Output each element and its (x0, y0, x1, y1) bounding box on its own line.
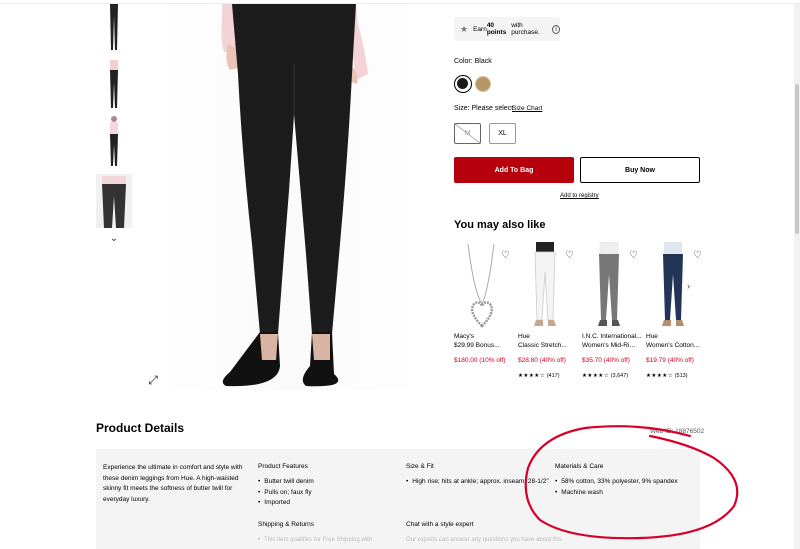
heart-icon[interactable]: ♡ (501, 250, 510, 261)
size-option-m[interactable]: M (454, 123, 481, 144)
points-amount: 40 points (486, 22, 507, 36)
recommendation-brand: Macy's (454, 333, 475, 340)
star-icon: ★ (460, 23, 469, 34)
materials-item: 58% cotton, 33% polyester, 9% spandex (555, 477, 677, 488)
size-option-xl[interactable]: XL (489, 123, 516, 144)
rating-stars: ★★★★☆ (518, 373, 546, 379)
points-suffix: with purchase. (511, 22, 540, 36)
add-to-bag-button[interactable]: Add To Bag (454, 157, 574, 183)
materials-item: Machine wash (555, 488, 678, 499)
recommendation-brand: I.N.C. International... (582, 333, 642, 340)
size-chart-link[interactable]: Size Chart (512, 105, 542, 112)
loyalty-points-banner: ★ Earn 40 points with purchase. i (454, 17, 560, 41)
recommendation-image[interactable]: ♡ (646, 242, 702, 328)
recommendation-card[interactable]: ♡ I.N.C. International... Women's Mid-Ri… (582, 242, 642, 379)
web-id: Web ID: 18876502 (650, 428, 705, 435)
info-icon[interactable]: i (552, 24, 560, 34)
chat-text: Our experts can answer any questions you… (406, 537, 563, 543)
color-label: Color: Black (454, 58, 492, 65)
chevron-down-icon[interactable]: ⌄ (108, 233, 120, 245)
feature-item: Imported (258, 498, 314, 509)
product-features-list: Butter twill denim Pulls on; faux fly Im… (258, 477, 314, 509)
chat-expert-title: Chat with a style expert (406, 521, 474, 528)
points-prefix: Earn (473, 25, 487, 33)
recommendation-image[interactable]: ♡ (582, 242, 638, 328)
recommendation-image[interactable]: ♡ (454, 242, 510, 328)
recommendation-rating: ★★★★☆ (417) (518, 373, 578, 379)
heart-icon[interactable]: ♡ (629, 250, 638, 261)
rating-stars: ★★★★☆ (646, 373, 674, 379)
feature-item: Butter twill denim (258, 477, 314, 488)
size-fit-title: Size & Fit (406, 463, 434, 470)
recommendation-price: $19.79 (40% off) (646, 357, 694, 364)
heart-icon[interactable]: ♡ (693, 250, 702, 261)
product-description: Experience the ultimate in comfort and s… (103, 464, 243, 503)
chevron-right-icon[interactable]: › (687, 281, 690, 291)
recommendation-price: $180.00 (10% off) (454, 357, 506, 364)
shipping-text-value: This item qualifies for Free Shipping wi… (264, 537, 373, 543)
color-swatch-tan[interactable] (475, 76, 491, 92)
recommendation-card[interactable]: ♡ Macy's $29.99 Bonus... $180.00 (10% of… (454, 242, 514, 364)
materials-care-title: Materials & Care (555, 463, 604, 470)
product-thumbnail-4[interactable] (96, 174, 132, 228)
expand-icon[interactable]: ⤢ (147, 374, 159, 386)
recommendation-brand: Hue (518, 333, 530, 340)
buy-now-button[interactable]: Buy Now (580, 157, 700, 183)
rating-count: (417) (546, 373, 560, 379)
recommendation-name: Women's Mid-Ris... (582, 342, 638, 349)
color-swatch-black[interactable] (454, 75, 472, 93)
heart-icon[interactable]: ♡ (565, 250, 574, 261)
product-thumbnail-1[interactable] (96, 4, 132, 58)
recommendation-name: Women's Cotton... (646, 342, 700, 349)
rating-count: (513) (674, 373, 688, 379)
size-label: Size: Please select (454, 105, 514, 112)
product-details-title: Product Details (96, 421, 185, 435)
recommendation-card[interactable]: ♡ Hue Women's Cotton... $19.79 (40% off)… (646, 242, 706, 379)
shipping-text: • This item qualifies for Free Shipping w… (258, 537, 373, 543)
feature-item: Pulls on; faux fly (258, 488, 314, 499)
size-fit-item: High rise; hits at ankle; approx. inseam… (406, 477, 548, 488)
recommendation-name: $29.99 Bonus... (454, 342, 500, 349)
recommendation-price: $35.70 (40% off) (582, 357, 630, 364)
scrollbar-thumb[interactable] (795, 84, 799, 234)
rating-stars: ★★★★☆ (582, 373, 610, 379)
product-features-title: Product Features (258, 463, 308, 470)
recommendation-card[interactable]: ♡ Hue Classic Stretch... $28.80 (40% off… (518, 242, 578, 379)
shipping-returns-title: Shipping & Returns (258, 521, 315, 528)
materials-care-list: 58% cotton, 33% polyester, 9% spandex Ma… (555, 477, 678, 499)
recommendation-name: Classic Stretch... (518, 342, 567, 349)
rating-count: (3,647) (610, 373, 629, 379)
size-fit-list: High rise; hits at ankle; approx. inseam… (406, 477, 548, 488)
recommendation-rating: ★★★★☆ (513) (646, 373, 706, 379)
recommendation-image[interactable]: ♡ (518, 242, 574, 328)
main-product-image[interactable] (160, 4, 420, 390)
recommendation-brand: Hue (646, 333, 658, 340)
product-thumbnail-3[interactable] (96, 114, 132, 168)
recommendations-heading: You may also like (454, 219, 546, 231)
product-thumbnail-2[interactable] (96, 58, 132, 112)
recommendation-price: $28.80 (40% off) (518, 357, 566, 364)
add-to-registry-link[interactable]: Add to registry (560, 193, 599, 199)
page-scrollbar[interactable] (794, 4, 800, 549)
recommendation-rating: ★★★★☆ (3,647) (582, 373, 642, 379)
